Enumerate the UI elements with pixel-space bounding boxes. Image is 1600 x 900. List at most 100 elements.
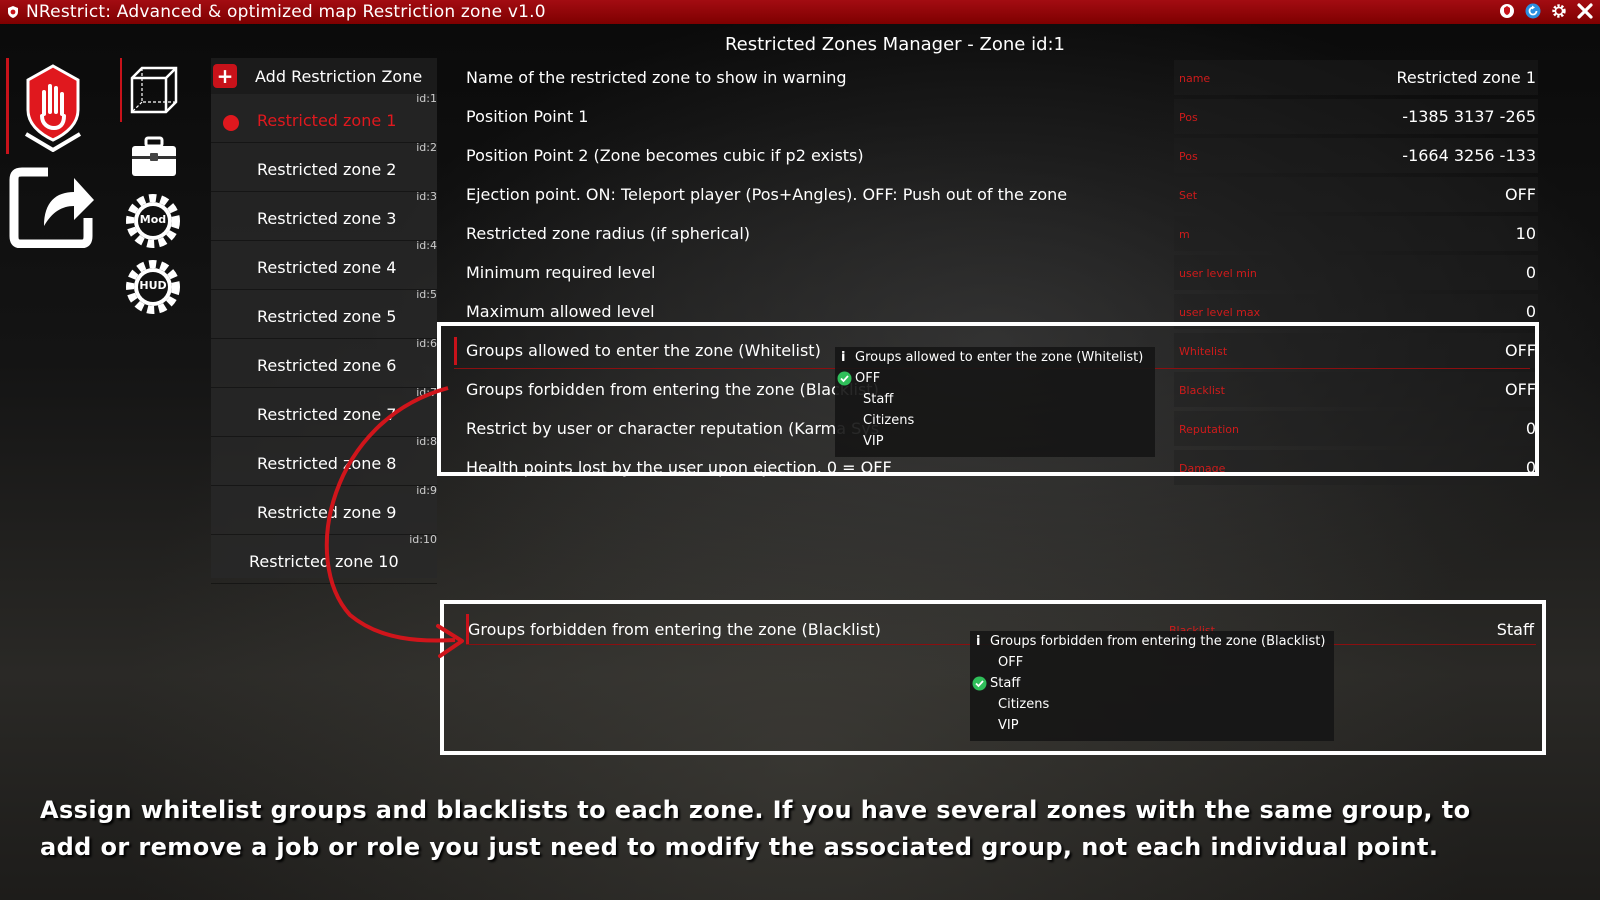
shield-icon[interactable] (1498, 2, 1516, 20)
zone-list-item[interactable]: id:4 Restricted zone 4 (211, 239, 437, 290)
zone-label: Restricted zone 3 (257, 209, 397, 228)
caption-line-2: add or remove a job or role you just nee… (40, 833, 1439, 861)
shield-icon (8, 6, 18, 18)
zone-id: id:1 (416, 92, 437, 105)
value-field[interactable] (1174, 177, 1538, 212)
zone-label: Restricted zone 6 (257, 356, 397, 375)
setting-label: Maximum allowed level (466, 302, 655, 321)
zone-list-item[interactable]: id:6 Restricted zone 6 (211, 337, 437, 388)
hand-stop-icon[interactable] (18, 64, 88, 152)
zone-label: Restricted zone 9 (257, 503, 397, 522)
setting-unit: user level max (1179, 306, 1261, 319)
dropdown-option-label: OFF (998, 655, 1024, 670)
setting-value[interactable]: 0 (1526, 263, 1536, 282)
window-title: NRestrict: Advanced & optimized map Rest… (26, 2, 546, 22)
share-icon[interactable] (8, 162, 98, 248)
active-indicator (6, 58, 9, 154)
setting-row[interactable]: Minimum required level user level min 0 (458, 253, 1538, 292)
dropdown-option-label: Citizens (998, 697, 1050, 712)
mod-badge-label: Mod (139, 213, 167, 226)
dropdown-option[interactable]: OFF (835, 368, 1155, 389)
dropdown-option[interactable]: OFF (970, 652, 1334, 673)
zone-id: id:2 (416, 141, 437, 154)
zone-list-item[interactable]: id:9 Restricted zone 9 (211, 484, 437, 535)
setting-unit: m (1179, 228, 1190, 241)
zone-list-item[interactable]: id:8 Restricted zone 8 (211, 435, 437, 486)
setting-row[interactable]: Position Point 2 (Zone becomes cubic if … (458, 136, 1538, 175)
blacklist-row-value[interactable]: Staff (1497, 620, 1534, 639)
setting-value[interactable]: OFF (1505, 185, 1536, 204)
dropdown-header-label: Groups forbidden from entering the zone … (990, 634, 1326, 649)
zone-label: Restricted zone 5 (257, 307, 397, 326)
blacklist-row-label: Groups forbidden from entering the zone … (468, 620, 881, 639)
dropdown-option-label: OFF (855, 371, 881, 386)
dropdown-option[interactable]: VIP (835, 431, 1155, 452)
page-title: Restricted Zones Manager - Zone id:1 (724, 34, 1066, 55)
setting-label: Ejection point. ON: Teleport player (Pos… (466, 185, 1068, 204)
briefcase-icon[interactable] (130, 134, 178, 180)
whitelist-dropdown[interactable]: i Groups allowed to enter the zone (Whit… (835, 347, 1155, 457)
zone-list-item[interactable]: id:1 Restricted zone 1 (211, 92, 437, 143)
setting-label: Restricted zone radius (if spherical) (466, 224, 751, 243)
setting-value[interactable]: -1385 3137 -265 (1402, 107, 1536, 126)
title-bar: NRestrict: Advanced & optimized map Rest… (0, 0, 1600, 24)
zone-label: Restricted zone 1 (257, 111, 397, 130)
setting-label: Position Point 2 (Zone becomes cubic if … (466, 146, 864, 165)
zone-list-item[interactable]: id:5 Restricted zone 5 (211, 288, 437, 339)
dropdown-option[interactable]: Citizens (970, 694, 1334, 715)
add-zone-button[interactable]: + Add Restriction Zone (211, 58, 437, 94)
setting-value[interactable]: Restricted zone 1 (1397, 68, 1536, 87)
setting-label: Position Point 1 (466, 107, 589, 126)
dropdown-header: i Groups allowed to enter the zone (Whit… (835, 347, 1155, 368)
dropdown-option[interactable]: Staff (835, 389, 1155, 410)
gear-icon[interactable] (1550, 2, 1568, 20)
blacklist-dropdown[interactable]: i Groups forbidden from entering the zon… (970, 631, 1334, 741)
dropdown-option[interactable]: Staff (970, 673, 1334, 694)
setting-value[interactable]: -1664 3256 -133 (1402, 146, 1536, 165)
setting-unit: user level min (1179, 267, 1257, 280)
caption: Assign whitelist groups and blacklists t… (40, 792, 1580, 866)
zone-list-item[interactable]: id:3 Restricted zone 3 (211, 190, 437, 241)
zone-id: id:8 (416, 435, 437, 448)
zone-list-item[interactable]: id:10 Restricted zone 10 (211, 533, 437, 584)
setting-row[interactable]: Name of the restricted zone to show in w… (458, 58, 1538, 97)
main-sidebar (0, 58, 120, 258)
setting-label: Name of the restricted zone to show in w… (466, 68, 847, 87)
zone-list-item[interactable]: id:7 Restricted zone 7 (211, 386, 437, 437)
cube-icon[interactable] (128, 64, 180, 116)
active-dot-icon (223, 115, 239, 131)
dropdown-option-label: Staff (990, 676, 1021, 691)
check-icon (837, 371, 852, 386)
zone-list-item[interactable]: id:2 Restricted zone 2 (211, 141, 437, 192)
zone-label: Restricted zone 10 (249, 552, 399, 571)
zone-id: id:7 (416, 386, 437, 399)
dropdown-option-label: Citizens (863, 413, 915, 428)
dropdown-option-label: VIP (863, 434, 884, 449)
add-zone-label: Add Restriction Zone (255, 66, 423, 86)
refresh-icon[interactable] (1524, 2, 1542, 20)
category-sidebar: Mod HUD (120, 58, 188, 328)
setting-row[interactable]: Restricted zone radius (if spherical) m 10 (458, 214, 1538, 253)
dropdown-option-label: Staff (863, 392, 894, 407)
plus-icon: + (213, 64, 237, 88)
setting-value[interactable]: 10 (1516, 224, 1536, 243)
info-icon: i (841, 350, 846, 365)
hud-badge-label: HUD (139, 279, 167, 292)
check-icon (972, 676, 987, 691)
zone-id: id:4 (416, 239, 437, 252)
value-field[interactable] (1174, 216, 1538, 251)
zone-id: id:5 (416, 288, 437, 301)
zone-id: id:6 (416, 337, 437, 350)
zone-id: id:10 (409, 533, 437, 546)
setting-row[interactable]: Ejection point. ON: Teleport player (Pos… (458, 175, 1538, 214)
dropdown-option[interactable]: VIP (970, 715, 1334, 736)
dropdown-option[interactable]: Citizens (835, 410, 1155, 431)
setting-value[interactable]: 0 (1526, 302, 1536, 321)
close-icon[interactable] (1576, 2, 1594, 20)
mod-gear-icon[interactable]: Mod (124, 192, 182, 250)
dropdown-header: i Groups forbidden from entering the zon… (970, 631, 1334, 652)
zone-label: Restricted zone 4 (257, 258, 397, 277)
info-icon: i (976, 634, 981, 649)
hud-gear-icon[interactable]: HUD (124, 258, 182, 316)
setting-row[interactable]: Position Point 1 Pos -1385 3137 -265 (458, 97, 1538, 136)
